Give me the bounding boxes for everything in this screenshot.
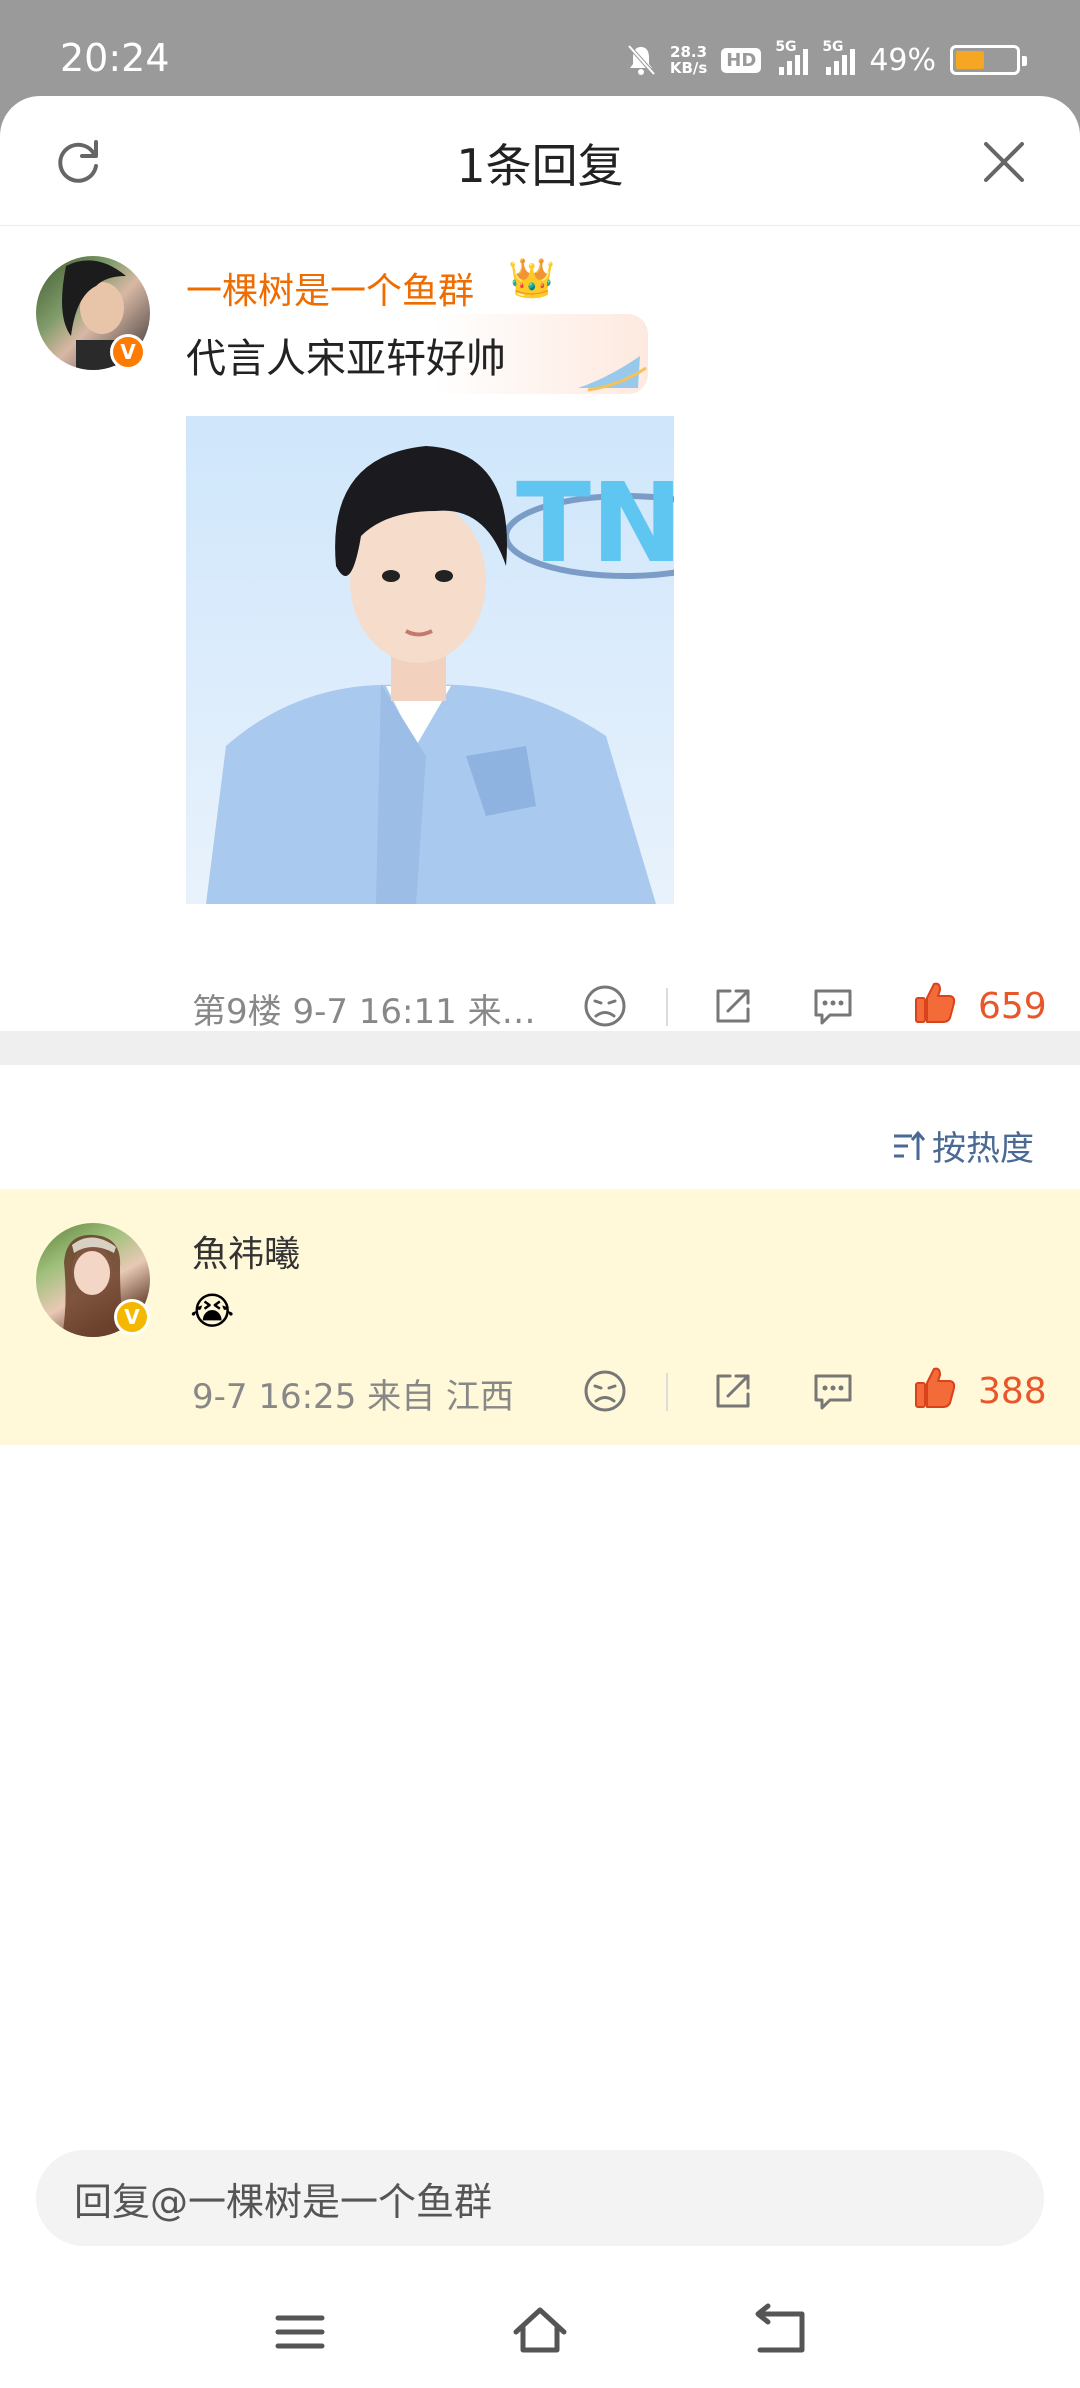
sort-label: 按热度 — [932, 1129, 1034, 1169]
reply-item[interactable]: V 魚祎曦 😭 9-7 16:25 来自 江西 388 — [0, 1189, 1080, 1445]
comment-image[interactable]: TN — [186, 416, 674, 904]
home-icon[interactable] — [510, 2302, 570, 2362]
whale-tail-icon — [578, 356, 647, 392]
verified-badge: V — [110, 334, 146, 370]
hd-icon: HD — [721, 47, 762, 73]
image-illustration: TN — [206, 446, 674, 904]
comment-text: 代言人宋亚轩好帅 — [186, 336, 506, 382]
username[interactable]: 魚祎曦 — [192, 1225, 300, 1277]
like-icon[interactable] — [910, 978, 960, 1028]
username[interactable]: 一棵树是一个鱼群 — [186, 262, 474, 314]
like-count: 659 — [978, 986, 1047, 1027]
page-title: 1条回复 — [456, 139, 624, 193]
status-icons: 28.3 KB/s HD 5G 5G 49% — [626, 39, 1027, 80]
reply-meta: 9-7 16:25 来自 江西 — [192, 1377, 514, 1417]
sort-row: 按热度 — [0, 1065, 1080, 1189]
share-icon[interactable] — [708, 1366, 758, 1416]
back-icon[interactable] — [750, 2302, 810, 2362]
sheet-header: 1条回复 — [0, 96, 1080, 226]
sort-by-hot-button[interactable]: 按热度 — [890, 1121, 1034, 1170]
section-divider — [0, 1031, 1080, 1065]
root-comment: V 一棵树是一个鱼群 👑 代言人宋亚轩好帅 TN 第9楼 9-7 16:11 来… — [0, 226, 1080, 1032]
verified-badge: V — [114, 1299, 150, 1335]
status-time: 20:24 — [60, 36, 170, 80]
close-icon[interactable] — [976, 134, 1032, 190]
system-nav-bar — [0, 2276, 1080, 2388]
signal-icon-2: 5G — [822, 39, 856, 75]
battery-icon — [950, 45, 1027, 75]
comment-icon[interactable] — [808, 1366, 858, 1416]
reply-input-placeholder: 回复@一棵树是一个鱼群 — [74, 2179, 493, 2224]
replies-sheet: 1条回复 V 一棵树是一个鱼群 👑 代言人宋亚轩好帅 TN 第9楼 9-7 16… — [0, 96, 1080, 2388]
net-speed: 28.3 KB/s — [669, 43, 708, 77]
menu-icon[interactable] — [270, 2302, 330, 2362]
status-bar: 20:24 28.3 KB/s HD 5G 5G 49% — [0, 0, 1080, 96]
crying-emoji-icon: 😭 — [190, 1289, 235, 1333]
like-icon[interactable] — [910, 1363, 960, 1413]
image-logo-text: TN — [516, 459, 674, 587]
sort-icon — [894, 1130, 926, 1160]
divider — [666, 1373, 668, 1411]
signal-icon-1: 5G — [775, 39, 809, 75]
dislike-face-icon[interactable] — [580, 981, 630, 1031]
like-count: 388 — [978, 1371, 1047, 1412]
comment-icon[interactable] — [808, 981, 858, 1031]
battery-fill — [956, 51, 985, 69]
battery-percent: 49% — [869, 42, 936, 78]
reply-input[interactable]: 回复@一棵树是一个鱼群 — [36, 2150, 1044, 2246]
share-icon[interactable] — [708, 981, 758, 1031]
dislike-face-icon[interactable] — [580, 1366, 630, 1416]
crown-icon: 👑 — [508, 256, 556, 300]
divider — [666, 988, 668, 1026]
mute-bell-icon — [627, 44, 656, 76]
comment-meta: 第9楼 9-7 16:11 来… — [192, 992, 536, 1032]
